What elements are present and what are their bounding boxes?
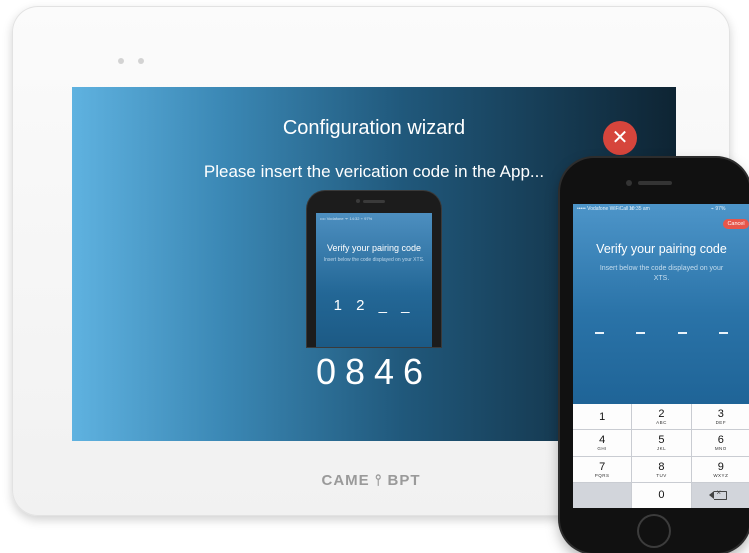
- sensor-dot: [138, 58, 144, 64]
- mini-pairing-title: Verify your pairing code: [326, 243, 422, 253]
- code-digit-slot: [636, 332, 646, 334]
- key-0[interactable]: 0: [632, 482, 691, 508]
- sensor-dot: [118, 58, 124, 64]
- phone-illustration: •••• Vodafone ᯤ 14:32 ⌁ 97% Verify your …: [307, 191, 441, 347]
- pairing-subtitle: Insert below the code displayed on your …: [599, 265, 724, 282]
- speaker-grille: [638, 181, 672, 185]
- smartphone: ••••• Vodafone WiFiCall ᯤ 10:35 am ⌁ 97%…: [560, 158, 749, 553]
- key-2[interactable]: 2 ABC: [632, 404, 691, 430]
- speaker-grille: [363, 200, 385, 203]
- phone-screen: ••••• Vodafone WiFiCall ᯤ 10:35 am ⌁ 97%…: [573, 204, 749, 508]
- numeric-keypad: 1 2 ABC 3 DEF 4 GHI 5 JKL 6 MNO 7 PQRS 8…: [573, 404, 749, 508]
- key-6[interactable]: 6 MNO: [691, 430, 749, 456]
- cancel-button[interactable]: Cancel: [723, 219, 749, 229]
- status-bar-battery: ⌁ 97%: [711, 206, 726, 212]
- backspace-key[interactable]: [691, 482, 749, 508]
- code-digit-slot: [595, 332, 604, 334]
- close-icon: ✕: [611, 127, 629, 149]
- mini-status-bar: •••• Vodafone ᯤ 14:32 ⌁ 97%: [320, 216, 373, 221]
- home-button[interactable]: [637, 514, 671, 548]
- key-4[interactable]: 4 GHI: [573, 430, 632, 456]
- code-digit-slot: [718, 332, 728, 334]
- pairing-title: Verify your pairing code: [596, 242, 727, 256]
- camera-icon: [626, 180, 632, 186]
- key-blank: [573, 482, 632, 508]
- phone-illustration-screen: •••• Vodafone ᯤ 14:32 ⌁ 97% Verify your …: [316, 213, 432, 347]
- mini-pairing-digits: 1 2 _ _: [333, 297, 415, 314]
- close-button[interactable]: ✕: [603, 121, 637, 155]
- status-bar-time: 10:35 am: [629, 206, 650, 212]
- pairing-area: ••••• Vodafone WiFiCall ᯤ 10:35 am ⌁ 97%…: [573, 204, 749, 404]
- wizard-title: Configuration wizard: [282, 117, 466, 139]
- key-7[interactable]: 7 PQRS: [573, 456, 632, 482]
- key-3[interactable]: 3 DEF: [691, 404, 749, 430]
- mini-pairing-subtitle: Insert below the code displayed on your …: [323, 257, 425, 263]
- key-1[interactable]: 1: [573, 404, 632, 430]
- key-9[interactable]: 9 WXYZ: [691, 456, 749, 482]
- key-5[interactable]: 5 JKL: [632, 430, 691, 456]
- key-8[interactable]: 8 TUV: [632, 456, 691, 482]
- camera-icon: [356, 199, 360, 203]
- backspace-icon: [709, 488, 728, 500]
- code-entry-field[interactable]: [595, 332, 728, 334]
- code-digit-slot: [677, 332, 687, 334]
